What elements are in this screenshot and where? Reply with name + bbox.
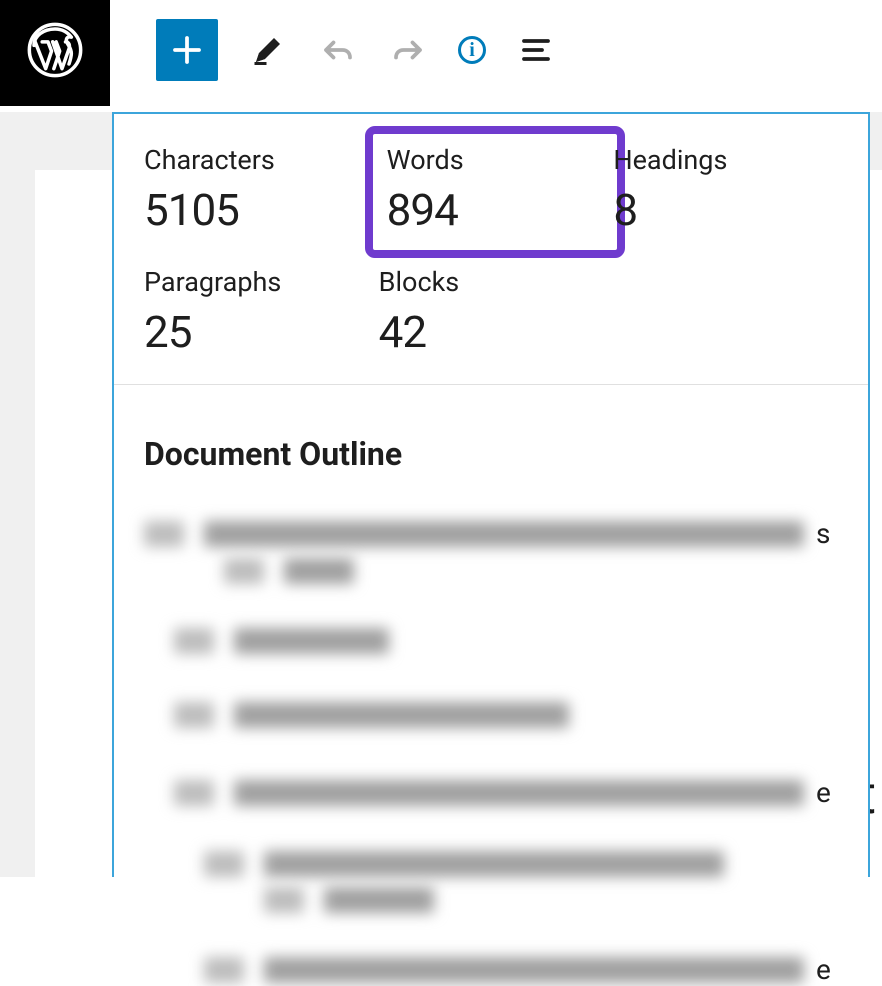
wordpress-logo[interactable] [0, 0, 110, 106]
outline-item[interactable]: e [144, 953, 838, 986]
outline-item[interactable] [144, 628, 838, 654]
stat-paragraphs: Paragraphs 25 [144, 266, 369, 358]
outline-text-fragment: s [812, 517, 830, 550]
editor-toolbar: i [110, 19, 556, 81]
stat-label: Characters [144, 144, 369, 176]
outline-list: s e [144, 517, 838, 986]
stat-value: 42 [379, 306, 604, 358]
outline-item[interactable]: e [144, 776, 838, 809]
stat-value: 25 [144, 306, 369, 358]
outline-item[interactable] [144, 851, 838, 877]
list-view-button[interactable] [516, 30, 556, 70]
outline-item[interactable] [144, 702, 838, 728]
stat-value: 8 [613, 184, 838, 236]
stat-value: 5105 [144, 184, 369, 236]
outline-item[interactable] [144, 887, 838, 913]
document-outline: Document Outline s [114, 385, 868, 986]
stat-value: 894 [387, 184, 604, 236]
document-stats: Characters 5105 Words 894 Headings 8 Par… [114, 114, 868, 385]
info-icon-glyph: i [469, 39, 475, 62]
undo-button [318, 30, 358, 70]
details-button[interactable]: i [458, 36, 486, 64]
document-details-panel: Characters 5105 Words 894 Headings 8 Par… [112, 112, 870, 877]
stat-label: Headings [613, 144, 838, 176]
stat-label: Blocks [379, 266, 604, 298]
stat-headings: Headings 8 [613, 144, 838, 236]
outline-text-fragment: e [812, 776, 831, 809]
stat-blocks: Blocks 42 [379, 266, 604, 358]
stat-characters: Characters 5105 [144, 144, 369, 236]
stat-label: Paragraphs [144, 266, 369, 298]
outline-item[interactable]: s [144, 517, 838, 584]
redo-button [388, 30, 428, 70]
stat-label: Words [387, 144, 604, 176]
outline-text-fragment: e [812, 953, 831, 986]
edit-tool-button[interactable] [248, 30, 288, 70]
outline-heading: Document Outline [144, 435, 838, 473]
add-block-button[interactable] [156, 19, 218, 81]
stat-words: Words 894 [365, 126, 626, 258]
